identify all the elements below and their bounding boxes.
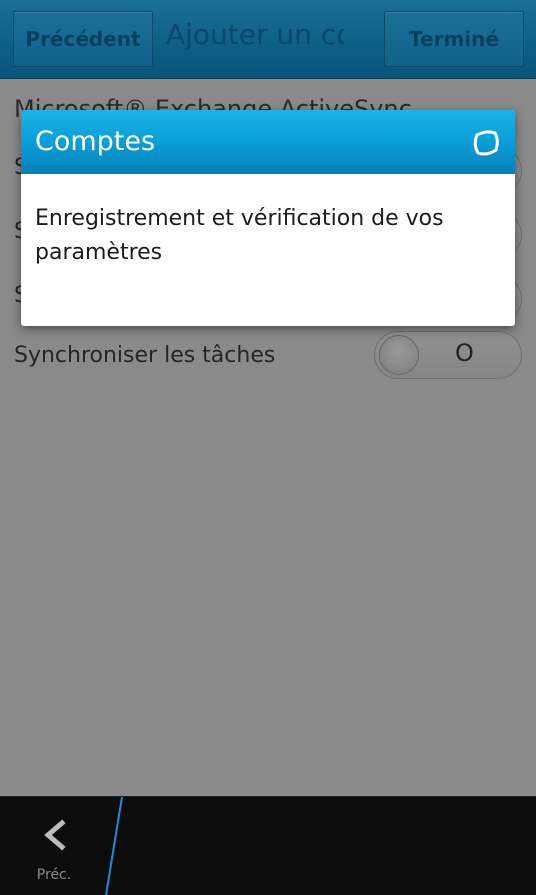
dialog-header: Comptes [21, 110, 515, 174]
dialog-message: Enregistrement et vérification de vos pa… [35, 206, 444, 265]
back-label: Préc. [36, 867, 72, 883]
toggle-state: O [455, 339, 474, 367]
sync-tasks-row: Synchroniser les tâches O [0, 331, 536, 381]
toggle-knob [379, 335, 419, 375]
chevron-left-icon [44, 819, 66, 851]
dialog-title: Comptes [35, 126, 156, 157]
action-bar-divider [105, 797, 123, 895]
accounts-dialog: Comptes Enregistrement et vérification d… [21, 110, 515, 326]
action-bar: Préc. [0, 796, 536, 895]
title-bar: Précédent Ajouter un co Terminé [0, 0, 536, 78]
back-button[interactable]: Préc. [0, 797, 110, 895]
activity-spinner-icon [473, 130, 499, 156]
previous-button[interactable]: Précédent [13, 11, 153, 67]
sync-tasks-label: Synchroniser les tâches [14, 343, 276, 368]
done-button[interactable]: Terminé [384, 11, 524, 67]
page-title: Ajouter un co [166, 18, 344, 51]
sync-tasks-toggle[interactable]: O [374, 331, 522, 379]
